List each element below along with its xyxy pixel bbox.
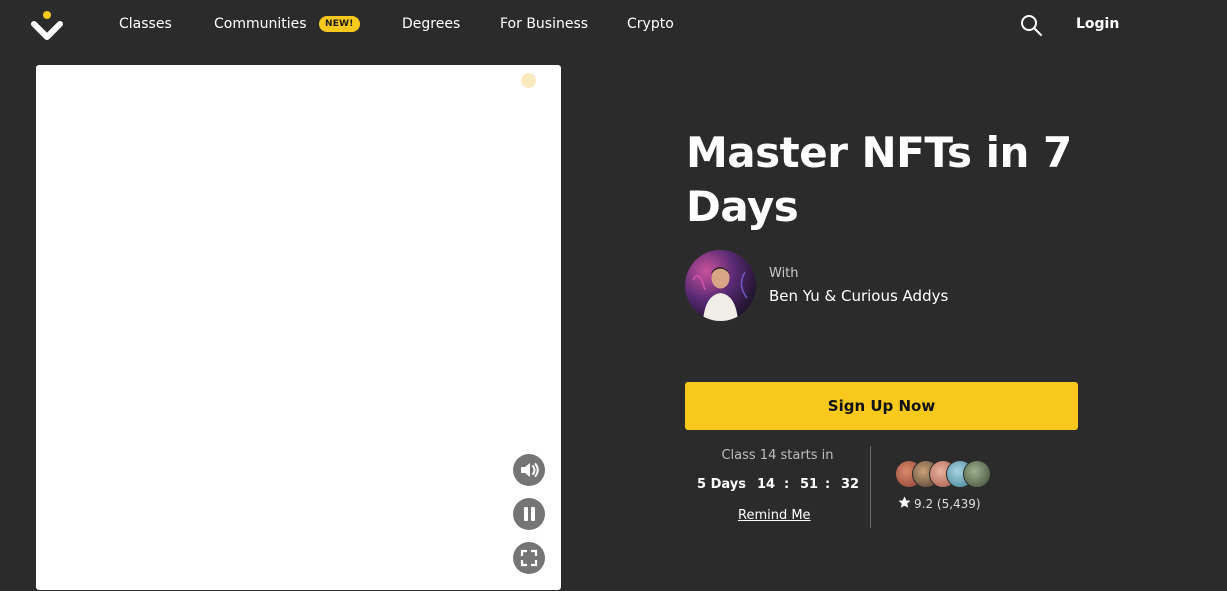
- nav-item-degrees[interactable]: Degrees: [402, 16, 460, 32]
- sign-up-button[interactable]: Sign Up Now: [685, 382, 1078, 430]
- course-title: Master NFTs in 7 Days: [686, 128, 1072, 231]
- search-icon[interactable]: [1019, 13, 1043, 37]
- nav-item-classes[interactable]: Classes: [119, 16, 172, 32]
- login-link[interactable]: Login: [1076, 16, 1119, 32]
- countdown-days: 5 Days: [697, 477, 746, 492]
- nav-item-communities[interactable]: Communities: [214, 16, 307, 32]
- fullscreen-icon: [520, 549, 538, 567]
- countdown-seconds: 32: [841, 477, 860, 492]
- nav-item-crypto[interactable]: Crypto: [627, 16, 674, 32]
- vertical-divider: [870, 446, 871, 528]
- countdown-hours: 14: [757, 477, 776, 492]
- star-icon: [898, 496, 911, 508]
- loading-indicator: [521, 73, 536, 88]
- with-label: With: [769, 266, 799, 281]
- new-badge: NEW!: [319, 16, 360, 32]
- brand-logo-icon[interactable]: [30, 10, 64, 42]
- top-nav: Classes Communities NEW! Degrees For Bus…: [0, 0, 1227, 50]
- video-player[interactable]: [36, 65, 561, 590]
- rating-value: 9.2 (5,439): [914, 497, 981, 511]
- pause-icon: [524, 507, 535, 521]
- volume-button[interactable]: [513, 454, 545, 486]
- volume-icon: [521, 463, 539, 477]
- countdown-separator: :: [784, 477, 790, 492]
- nav-item-for-business[interactable]: For Business: [500, 16, 588, 32]
- student-avatar: [963, 460, 991, 488]
- instructor-avatar: [685, 250, 756, 321]
- class-start-text: Class 14 starts in: [721, 448, 834, 463]
- pause-button[interactable]: [513, 498, 545, 530]
- countdown-separator: :: [825, 477, 831, 492]
- instructor-names[interactable]: Ben Yu & Curious Addys: [769, 287, 948, 305]
- student-avatars: [895, 460, 997, 488]
- fullscreen-button[interactable]: [513, 542, 545, 574]
- countdown-minutes: 51: [800, 477, 819, 492]
- remind-me-link[interactable]: Remind Me: [738, 508, 811, 523]
- course-rating: 9.2 (5,439): [898, 496, 981, 511]
